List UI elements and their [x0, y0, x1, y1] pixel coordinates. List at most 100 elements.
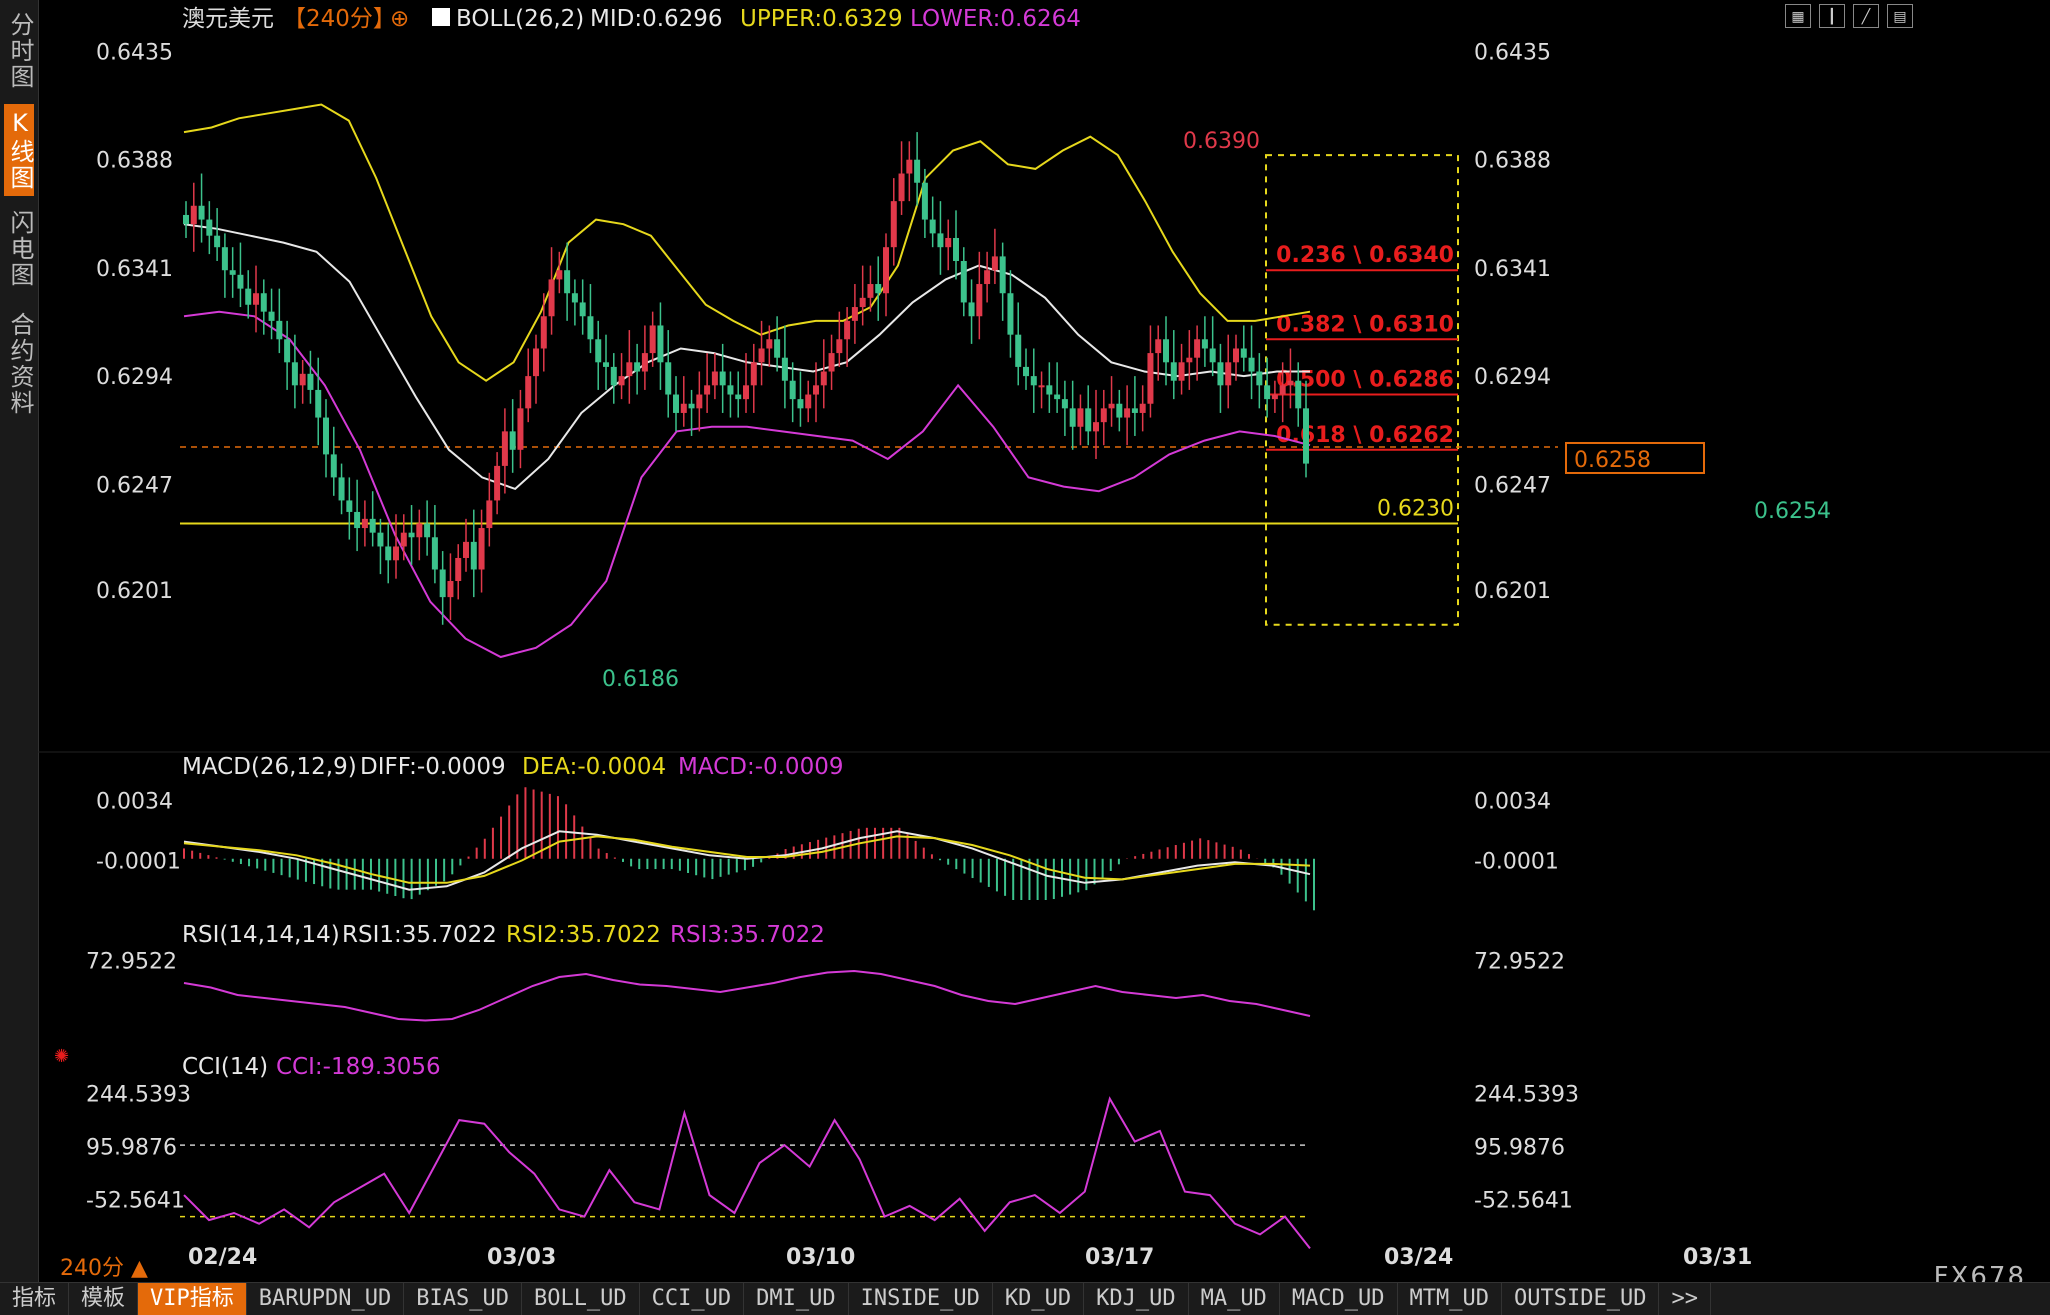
line-icon[interactable]: ╱ [1853, 4, 1879, 28]
cci-line [183, 1096, 1311, 1250]
candle-body-126 [1163, 339, 1169, 363]
indicator-tab-14[interactable]: OUTSIDE_UD [1502, 1283, 1660, 1315]
boll-upper-line [183, 103, 1311, 382]
indicator-tab-9[interactable]: KD_UD [993, 1283, 1085, 1315]
candle-body-65 [688, 403, 695, 409]
candle-body-89 [875, 284, 882, 294]
candle-body-47 [548, 279, 555, 317]
candle-body-113 [1061, 399, 1068, 409]
candle-body-92 [898, 173, 905, 202]
boll-mid-line [183, 223, 1310, 491]
candle-body-78 [789, 380, 796, 400]
candle-body-0 [183, 214, 189, 225]
candle-body-19 [330, 454, 337, 478]
macd-dea: DEA:-0.0004 [522, 754, 666, 780]
indicator-tab-15[interactable]: >> [1659, 1283, 1711, 1315]
last-low-annotation: 0.6254 [1754, 499, 1831, 524]
candle-body-134 [1225, 362, 1232, 386]
candle-icon[interactable]: ┃ [1819, 4, 1845, 28]
y-tick-right-1: 0.6388 [1474, 149, 1551, 174]
candle-body-67 [704, 385, 711, 395]
cci-name: CCI(14) [182, 1054, 268, 1080]
candle-body-2 [198, 205, 205, 220]
support-label: 0.6230 [1377, 496, 1454, 521]
candle-body-100 [960, 261, 967, 303]
indicator-tab-13[interactable]: MTM_UD [1398, 1283, 1503, 1315]
candle-body-13 [284, 339, 291, 363]
candle-body-36 [463, 541, 469, 558]
indicator-tab-11[interactable]: MA_UD [1189, 1283, 1280, 1315]
candle-body-125 [1155, 339, 1162, 354]
grid-icon[interactable]: ▦ [1785, 4, 1811, 28]
macd-tick-left-1: -0.0001 [96, 849, 181, 874]
candle-body-25 [377, 532, 384, 547]
candle-body-34 [447, 581, 454, 598]
tab-kline-chart[interactable]: K线图 [4, 104, 34, 196]
chart-toolbar: ▦ ┃ ╱ ▤ [1785, 4, 1913, 28]
tab-time-chart[interactable]: 分时图 [4, 6, 34, 96]
indicator-tab-4[interactable]: BIAS_UD [404, 1283, 522, 1315]
candle-body-101 [968, 302, 975, 317]
candle-body-118 [1100, 408, 1107, 423]
indicator-tab-5[interactable]: BOLL_UD [522, 1283, 640, 1315]
bar-icon[interactable]: ▤ [1887, 4, 1913, 28]
candle-body-30 [416, 523, 423, 538]
candle-body-8 [245, 288, 252, 305]
candle-body-112 [1054, 394, 1061, 400]
y-tick-right-0: 0.6435 [1474, 41, 1551, 66]
candle-body-60 [649, 325, 656, 354]
settings-spark-icon[interactable]: ✺ [54, 1046, 69, 1067]
target-icon[interactable]: ⊕ [390, 6, 409, 32]
candle-body-73 [750, 362, 757, 386]
candle-body-42 [509, 431, 516, 450]
cci-tick-left-0: 244.5393 [86, 1083, 191, 1108]
candle-body-46 [540, 316, 547, 349]
candle-body-3 [206, 219, 213, 236]
candle-body-69 [719, 371, 726, 386]
indicator-tab-1[interactable]: 模板 [69, 1283, 139, 1315]
rsi3-value: RSI3:35.7022 [670, 922, 825, 948]
indicator-tab-6[interactable]: CCI_UD [640, 1283, 745, 1315]
candle-body-27 [393, 546, 399, 561]
y-tick-left-2: 0.6341 [96, 257, 173, 282]
candle-body-137 [1248, 357, 1255, 372]
candle-body-132 [1209, 348, 1216, 363]
candle-body-29 [408, 532, 415, 538]
cci-tick-right-1: 95.9876 [1474, 1136, 1565, 1161]
candle-body-144 [1303, 408, 1309, 464]
candle-body-120 [1116, 403, 1123, 418]
tab-contract-info[interactable]: 合约资料 [4, 306, 34, 422]
indicator-tab-8[interactable]: INSIDE_UD [849, 1283, 993, 1315]
macd-diff-line [183, 830, 1311, 891]
indicator-tab-0[interactable]: 指标 [0, 1283, 70, 1315]
candle-body-131 [1201, 339, 1208, 349]
indicator-tab-3[interactable]: BARUPDN_UD [247, 1283, 405, 1315]
candle-body-122 [1131, 408, 1138, 413]
candle-body-80 [805, 394, 812, 409]
candle-body-124 [1147, 353, 1154, 404]
candle-body-7 [237, 274, 244, 289]
indicator-tab-12[interactable]: MACD_UD [1280, 1283, 1398, 1315]
cci-value: CCI:-189.3056 [276, 1054, 441, 1080]
candle-body-142 [1287, 380, 1294, 386]
candle-body-6 [229, 270, 236, 275]
indicator-tab-2[interactable]: VIP指标 [138, 1283, 247, 1315]
indicator-tab-7[interactable]: DMI_UD [744, 1283, 849, 1315]
candle-body-104 [991, 256, 998, 271]
indicator-tab-10[interactable]: KDJ_UD [1084, 1283, 1189, 1315]
y-tick-right-2: 0.6341 [1474, 257, 1551, 282]
candle-body-139 [1264, 385, 1271, 400]
chart-canvas[interactable]: 澳元美元 【240分】 ⊕ BOLL(26,2) MID:0.6296 UPPE… [38, 0, 2050, 1282]
x-tick-2: 03/10 [786, 1245, 855, 1270]
candle-body-68 [711, 371, 718, 386]
macd-tick-right-0: 0.0034 [1474, 789, 1551, 814]
tab-flash-chart[interactable]: 闪电图 [4, 204, 34, 294]
rsi1-value: RSI1:35.7022 [342, 922, 497, 948]
candle-body-23 [361, 518, 368, 529]
candle-body-10 [260, 293, 267, 312]
low-annotation: 0.6186 [602, 667, 679, 692]
candle-body-136 [1240, 348, 1247, 358]
period-selector[interactable]: 240分 ▲ [60, 1250, 148, 1282]
y-tick-right-4: 0.6247 [1474, 473, 1551, 498]
candle-body-1 [190, 205, 197, 225]
